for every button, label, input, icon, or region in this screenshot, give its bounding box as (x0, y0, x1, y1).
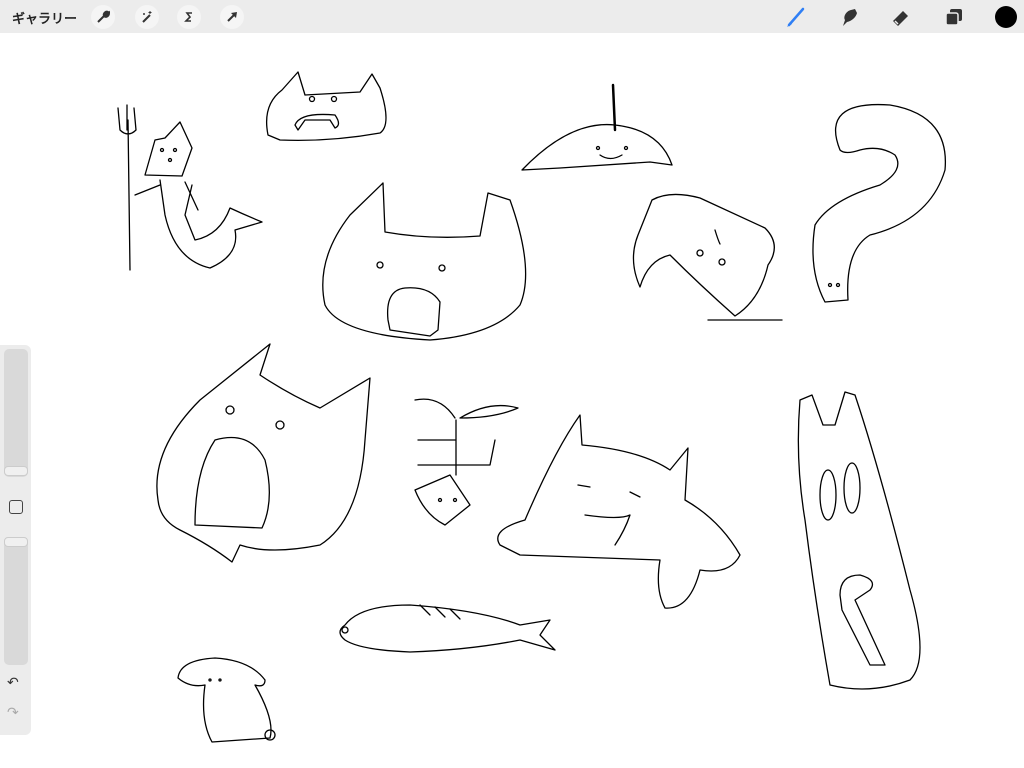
gallery-button[interactable]: ギャラリー (12, 8, 77, 27)
undo-icon[interactable]: ↶ (7, 675, 19, 691)
brush-size-slider[interactable] (4, 349, 28, 477)
top-toolbar: ギャラリー (0, 0, 1024, 33)
tall-ghost-doodle (797, 391, 921, 690)
color-swatch (995, 6, 1017, 28)
left-sidebar: ↶ ↷ (0, 345, 31, 735)
brush-button[interactable] (783, 4, 809, 30)
big-cat-doodle (322, 182, 527, 341)
fish-doodle (339, 604, 556, 653)
question-mark-creature-doodle (812, 103, 947, 303)
eraser-button[interactable] (888, 4, 914, 30)
puppy-doodle (177, 657, 276, 743)
mermaid-cat-doodle (117, 104, 263, 271)
sprout-doodle (414, 398, 519, 526)
brush-size-thumb[interactable] (4, 466, 28, 476)
layers-button[interactable] (941, 4, 967, 30)
open-mouth-cat-doodle (156, 343, 371, 563)
magic-wand-icon (142, 11, 152, 23)
wrench-icon (97, 10, 110, 23)
selection-button[interactable] (177, 5, 201, 29)
redo-icon[interactable]: ↷ (7, 705, 19, 721)
flat-cat-doodle (497, 414, 741, 609)
layers-icon (945, 9, 962, 26)
opacity-slider[interactable] (4, 537, 28, 665)
modify-button[interactable] (9, 500, 23, 514)
adjustments-button[interactable] (135, 5, 159, 29)
transform-arrow-icon (227, 12, 237, 22)
smudge-icon (843, 9, 857, 26)
brush-icon (787, 7, 805, 27)
bent-creature-doodle (632, 193, 783, 321)
color-button[interactable] (993, 4, 1019, 30)
smudge-button[interactable] (836, 4, 862, 30)
eraser-icon (893, 11, 908, 26)
cat-fangs-doodle (265, 71, 387, 142)
drawing-canvas[interactable] (0, 33, 1024, 768)
actions-button[interactable] (91, 5, 115, 29)
transform-button[interactable] (220, 5, 244, 29)
opacity-thumb[interactable] (4, 537, 28, 547)
hill-creature-doodle (521, 83, 673, 171)
selection-icon (184, 12, 192, 22)
